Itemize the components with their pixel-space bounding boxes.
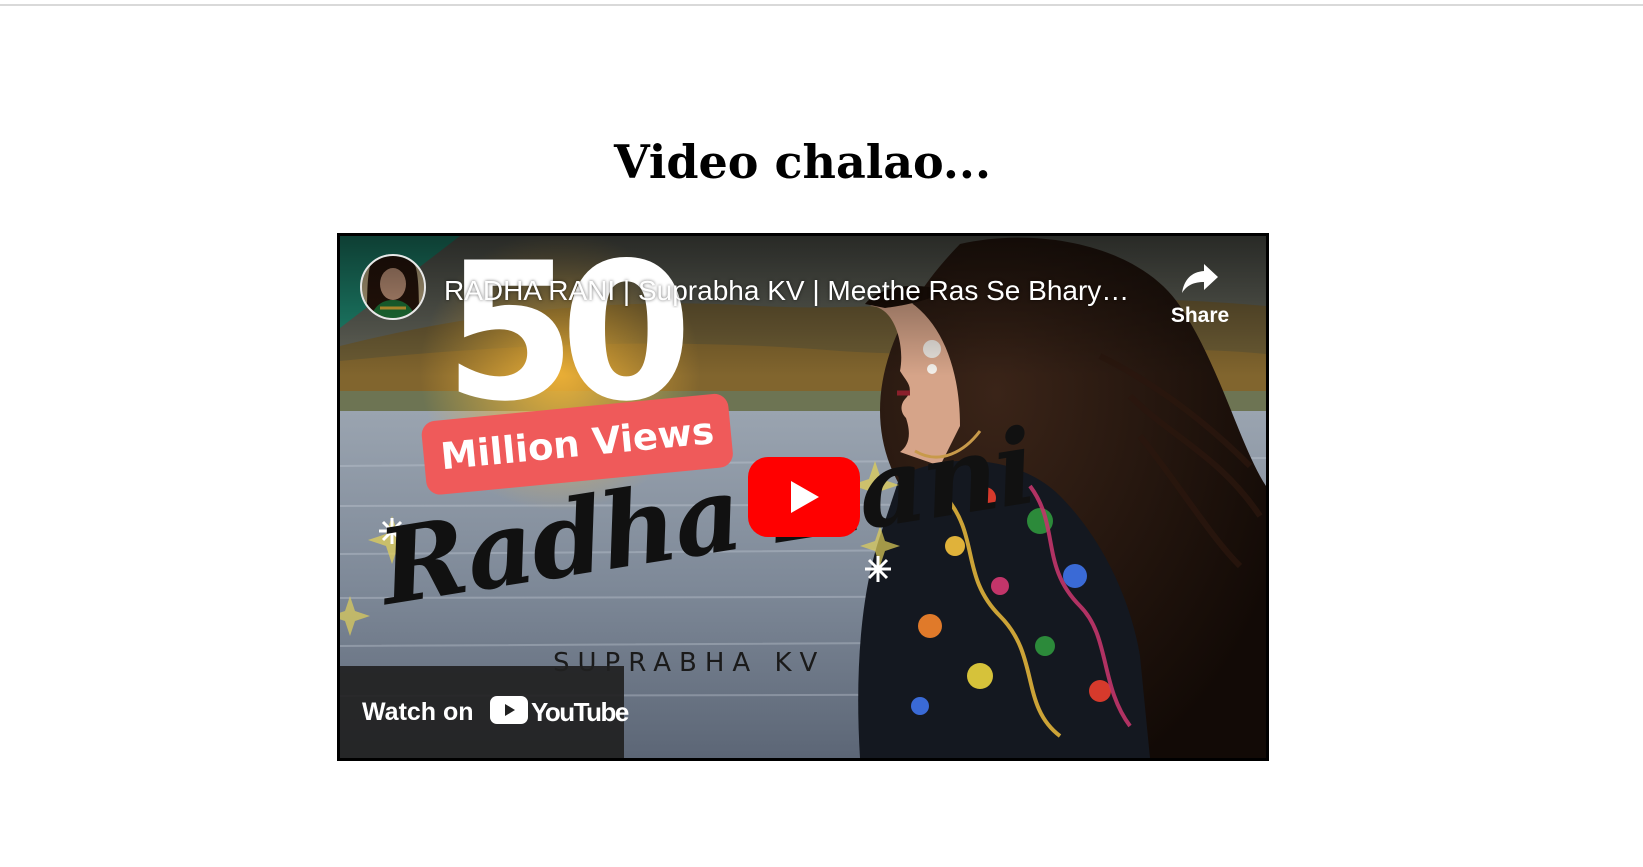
channel-avatar[interactable] <box>360 254 426 320</box>
share-arrow-icon <box>1182 264 1218 293</box>
watch-on-youtube-button[interactable]: Watch on YouTube <box>340 666 629 758</box>
top-divider <box>0 4 1643 6</box>
share-button[interactable]: Share <box>1160 258 1240 338</box>
watch-on-label: Watch on <box>362 698 474 726</box>
youtube-play-icon[interactable] <box>748 457 860 537</box>
youtube-embed[interactable]: 50 Million Views Radha Rani SUPRABHA KV … <box>337 233 1269 761</box>
youtube-logo-icon <box>490 696 528 724</box>
share-label: Share <box>1170 304 1230 327</box>
youtube-wordmark: YouTube <box>531 697 629 727</box>
page-heading: Video chalao... <box>614 135 991 189</box>
video-title-link[interactable]: RADHA RANI | Suprabha KV | Meethe Ras Se… <box>444 274 1144 308</box>
